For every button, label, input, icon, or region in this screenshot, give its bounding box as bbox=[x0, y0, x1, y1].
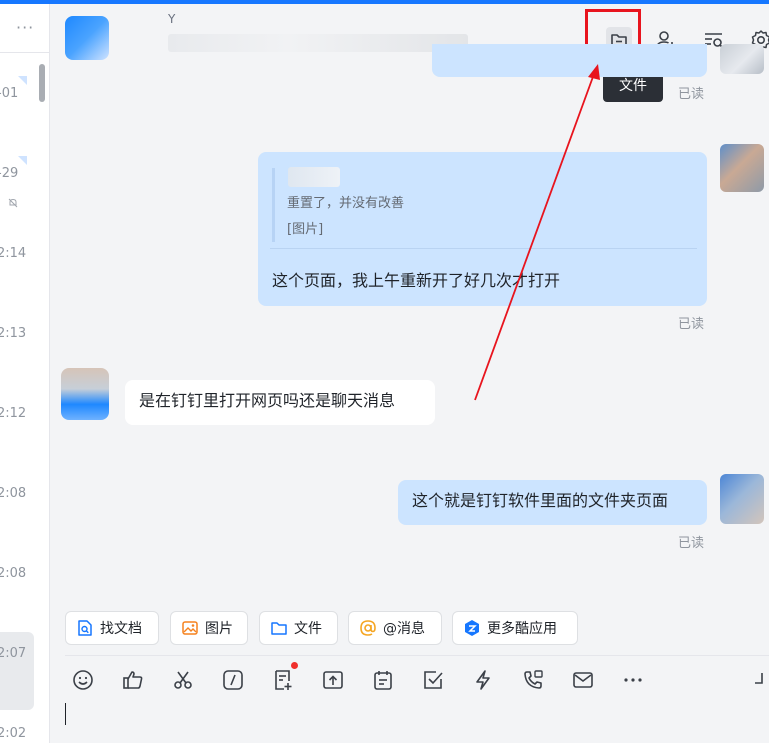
list-item-time[interactable]: -01 bbox=[0, 86, 18, 101]
toolbar-divider bbox=[65, 655, 769, 656]
at-icon bbox=[360, 620, 376, 636]
list-item-time[interactable]: 2:08 bbox=[0, 566, 26, 581]
lightning-icon[interactable] bbox=[471, 668, 495, 692]
list-item-time[interactable]: -29 bbox=[0, 166, 18, 181]
list-item-time[interactable]: 2:12 bbox=[0, 406, 26, 421]
image-chip[interactable]: 图片 bbox=[170, 611, 248, 645]
file-chip[interactable]: 文件 bbox=[259, 611, 338, 645]
scissors-icon[interactable] bbox=[171, 668, 195, 692]
mute-bell-icon bbox=[8, 198, 18, 208]
more-icon[interactable] bbox=[621, 668, 645, 692]
doc-search-icon bbox=[78, 620, 92, 636]
input-caret[interactable] bbox=[65, 703, 66, 725]
phone-icon[interactable] bbox=[521, 668, 545, 692]
thumbs-up-icon[interactable] bbox=[121, 668, 145, 692]
folder-icon bbox=[271, 622, 287, 635]
more-icon[interactable]: ··· bbox=[16, 18, 34, 37]
expand-icon[interactable] bbox=[753, 668, 769, 692]
list-item-time[interactable]: 2:08 bbox=[0, 486, 26, 501]
image-icon bbox=[182, 621, 198, 635]
new-badge bbox=[291, 662, 298, 669]
chip-label: 更多酷应用 bbox=[487, 621, 557, 637]
emoji-icon[interactable] bbox=[71, 668, 95, 692]
list-item-time[interactable]: 2:13 bbox=[0, 326, 26, 341]
note-add-icon[interactable] bbox=[271, 668, 295, 692]
upload-folder-icon[interactable] bbox=[321, 668, 345, 692]
slash-command-icon[interactable] bbox=[221, 668, 245, 692]
chat-panel: Y 文件 已读 重置了，并没有改善 [图片] 这个页面，我上午重新开了好几次才打… bbox=[50, 4, 769, 743]
calendar-icon[interactable] bbox=[371, 668, 395, 692]
chip-label: @消息 bbox=[383, 621, 425, 637]
chip-label: 文件 bbox=[294, 621, 322, 637]
list-divider bbox=[0, 52, 49, 53]
chip-label: 找文档 bbox=[100, 621, 142, 637]
selected-list-item[interactable] bbox=[0, 632, 34, 710]
cool-app-icon bbox=[465, 620, 479, 636]
more-apps-chip[interactable]: 更多酷应用 bbox=[452, 611, 578, 645]
list-item-time[interactable]: 2:02 bbox=[0, 726, 26, 741]
conversation-list: ··· -01 -29 2:14 2:13 2:12 2:08 2:08 2:0… bbox=[0, 4, 50, 743]
mail-icon[interactable] bbox=[571, 668, 595, 692]
unread-corner-icon bbox=[18, 156, 27, 165]
chip-label: 图片 bbox=[205, 621, 233, 637]
list-scrollbar[interactable] bbox=[39, 64, 45, 102]
annotation-arrow bbox=[474, 64, 600, 401]
mention-chip[interactable]: @消息 bbox=[348, 611, 442, 645]
task-check-icon[interactable] bbox=[421, 668, 445, 692]
list-item-time[interactable]: 2:14 bbox=[0, 246, 26, 261]
list-item-time[interactable]: 2:07 bbox=[0, 646, 26, 661]
unread-corner-icon bbox=[18, 76, 27, 85]
find-doc-chip[interactable]: 找文档 bbox=[65, 611, 159, 645]
